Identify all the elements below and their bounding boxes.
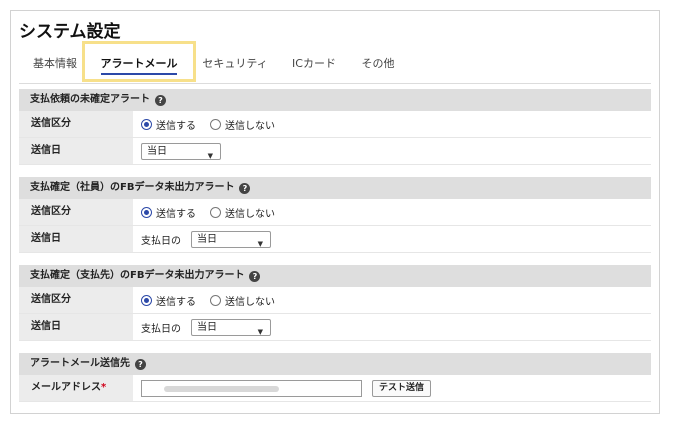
radio-checked-icon	[141, 294, 152, 306]
send-date-value: 支払日の 当日 ▼	[133, 226, 651, 252]
send-type-value: 送信する 送信しない	[133, 199, 651, 225]
send-date-select[interactable]: 当日 ▼	[191, 230, 271, 248]
help-icon[interactable]: ?	[135, 358, 146, 370]
section-title: 支払確定（社員）のFBデータ未出力アラート	[30, 182, 235, 193]
section-header: 支払依頼の未確定アラート ?	[19, 89, 651, 111]
section-employee-fb-alert: 支払確定（社員）のFBデータ未出力アラート ? 送信区分 送信する 送信しない …	[19, 177, 651, 253]
radio-send[interactable]: 送信する	[141, 293, 196, 308]
radio-no-send[interactable]: 送信しない	[210, 117, 275, 132]
tab-bar: 基本情報 アラートメール セキュリティ ICカード その他	[11, 46, 661, 86]
send-type-value: 送信する 送信しない	[133, 287, 651, 313]
radio-no-send-label: 送信しない	[225, 120, 275, 132]
select-value: 当日	[147, 145, 167, 157]
email-label: メールアドレス*	[19, 375, 133, 401]
send-date-select[interactable]: 当日 ▼	[191, 318, 271, 336]
radio-no-send[interactable]: 送信しない	[210, 205, 275, 220]
select-value: 当日	[197, 233, 217, 245]
date-prefix: 支払日の	[141, 323, 181, 335]
radio-checked-icon	[141, 118, 152, 130]
blurred-email-text	[164, 385, 279, 392]
email-value: テスト送信	[133, 375, 651, 401]
tab-ic-card[interactable]: ICカード	[286, 46, 342, 82]
settings-panel: システム設定 基本情報 アラートメール セキュリティ ICカード その他 支払依…	[10, 10, 660, 414]
radio-unchecked-icon	[210, 206, 221, 218]
tab-security[interactable]: セキュリティ	[197, 46, 273, 82]
section-header: 支払確定（社員）のFBデータ未出力アラート ?	[19, 177, 651, 199]
send-type-value: 送信する 送信しない	[133, 111, 651, 137]
send-type-row: 送信区分 送信する 送信しない	[19, 111, 651, 138]
page-title: システム設定	[19, 22, 121, 42]
chevron-down-icon: ▼	[207, 151, 213, 160]
send-date-value: 当日 ▼	[133, 138, 651, 164]
section-title: 支払依頼の未確定アラート	[30, 94, 150, 105]
section-header: 支払確定（支払先）のFBデータ未出力アラート ?	[19, 265, 651, 287]
radio-send[interactable]: 送信する	[141, 205, 196, 220]
tab-other[interactable]: その他	[355, 46, 401, 82]
chevron-down-icon: ▼	[257, 239, 263, 248]
help-icon[interactable]: ?	[239, 182, 251, 194]
radio-no-send[interactable]: 送信しない	[210, 293, 275, 308]
help-icon[interactable]: ?	[155, 94, 166, 106]
send-type-label: 送信区分	[19, 111, 133, 137]
section-payee-fb-alert: 支払確定（支払先）のFBデータ未出力アラート ? 送信区分 送信する 送信しない…	[19, 265, 651, 341]
email-row: メールアドレス* テスト送信	[19, 375, 651, 402]
select-value: 当日	[197, 321, 217, 333]
radio-send-label: 送信する	[156, 120, 196, 132]
send-type-label: 送信区分	[19, 287, 133, 313]
radio-unchecked-icon	[210, 118, 221, 130]
send-date-label: 送信日	[19, 314, 133, 340]
tab-divider	[19, 83, 651, 84]
section-alert-mail-recipient: アラートメール送信先 ? メールアドレス* テスト送信	[19, 353, 651, 402]
send-date-value: 支払日の 当日 ▼	[133, 314, 651, 340]
send-date-row: 送信日 支払日の 当日 ▼	[19, 314, 651, 341]
email-label-text: メールアドレス	[31, 382, 101, 393]
tab-alert-mail[interactable]: アラートメール	[89, 46, 189, 82]
send-type-row: 送信区分 送信する 送信しない	[19, 287, 651, 314]
send-date-label: 送信日	[19, 138, 133, 164]
chevron-down-icon: ▼	[257, 327, 263, 336]
section-unconfirmed-alert: 支払依頼の未確定アラート ? 送信区分 送信する 送信しない 送信日 当日 ▼	[19, 89, 651, 165]
required-mark: *	[101, 382, 107, 393]
send-date-row: 送信日 当日 ▼	[19, 138, 651, 165]
help-icon[interactable]: ?	[249, 270, 261, 282]
radio-send[interactable]: 送信する	[141, 117, 196, 132]
radio-unchecked-icon	[210, 294, 221, 306]
test-send-button[interactable]: テスト送信	[372, 379, 432, 397]
send-date-row: 送信日 支払日の 当日 ▼	[19, 226, 651, 253]
send-date-select[interactable]: 当日 ▼	[141, 142, 221, 160]
radio-checked-icon	[141, 206, 152, 218]
radio-no-send-label: 送信しない	[225, 296, 275, 308]
radio-send-label: 送信する	[156, 296, 196, 308]
section-header: アラートメール送信先 ?	[19, 353, 651, 375]
send-type-row: 送信区分 送信する 送信しない	[19, 199, 651, 226]
email-field[interactable]	[141, 379, 362, 397]
send-type-label: 送信区分	[19, 199, 133, 225]
section-title: 支払確定（支払先）のFBデータ未出力アラート	[30, 270, 245, 281]
tab-basic-info[interactable]: 基本情報	[25, 46, 85, 82]
date-prefix: 支払日の	[141, 235, 181, 247]
send-date-label: 送信日	[19, 226, 133, 252]
section-title: アラートメール送信先	[30, 358, 130, 369]
radio-send-label: 送信する	[156, 208, 196, 220]
radio-no-send-label: 送信しない	[225, 208, 275, 220]
